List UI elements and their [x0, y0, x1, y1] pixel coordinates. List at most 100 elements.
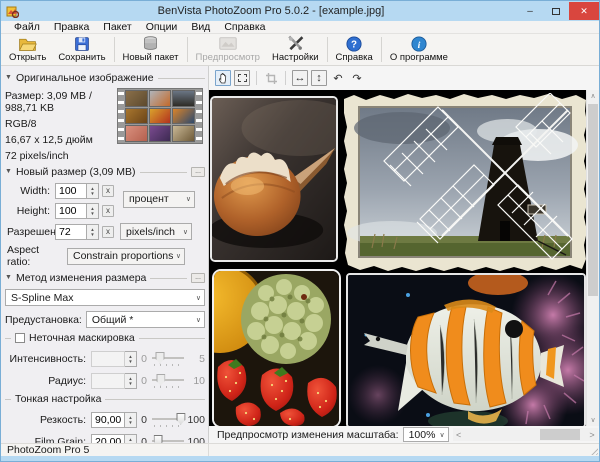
- sharpness-spinner[interactable]: ▲▼: [125, 412, 137, 428]
- algorithm-combobox[interactable]: S-Spline Max ∨: [5, 289, 205, 306]
- titlebar[interactable]: BenVista PhotoZoom Pro 5.0.2 - [example.…: [1, 1, 599, 21]
- original-image-section-header[interactable]: ▼ Оригинальное изображение: [5, 70, 205, 85]
- scroll-left-icon[interactable]: <: [453, 430, 465, 440]
- about-icon: i: [409, 35, 429, 52]
- flip-vertical-button[interactable]: ↕: [311, 70, 327, 86]
- resize-grip[interactable]: [589, 446, 598, 455]
- slider-thumb[interactable]: [176, 413, 185, 425]
- film-grain-input[interactable]: [91, 434, 125, 444]
- main-toolbar: Открыть Сохранить Новый пакет Предпросмо…: [1, 34, 599, 66]
- open-button[interactable]: Открыть: [3, 34, 52, 65]
- width-input[interactable]: [55, 183, 87, 199]
- toolbar-separator: [381, 37, 382, 62]
- menu-help[interactable]: Справка: [217, 21, 272, 33]
- width-reset-button[interactable]: x: [102, 185, 114, 197]
- windmill-photo: [342, 93, 586, 272]
- resize-method-section-header[interactable]: ▼ Метод изменения размера ...: [5, 270, 205, 285]
- slider-thumb[interactable]: [154, 435, 163, 444]
- resolution-unit-combobox[interactable]: pixels/inch ∨: [120, 223, 192, 240]
- film-grain-slider[interactable]: [152, 435, 184, 444]
- window-title: BenVista PhotoZoom Pro 5.0.2 - [example.…: [25, 5, 517, 17]
- maximize-button[interactable]: [543, 2, 569, 20]
- radius-slider[interactable]: [152, 374, 184, 388]
- intensity-slider[interactable]: [152, 352, 184, 366]
- horizontal-scrollbar[interactable]: < >: [453, 428, 598, 441]
- radius-spinner[interactable]: ▲▼: [125, 373, 137, 389]
- radius-input[interactable]: [91, 373, 125, 389]
- film-grain-min: 0: [137, 436, 149, 444]
- sharpness-slider[interactable]: [152, 413, 184, 427]
- film-grain-spinner[interactable]: ▲▼: [125, 434, 137, 444]
- new-size-options-button[interactable]: ...: [191, 167, 205, 177]
- vertical-scroll-thumb[interactable]: [588, 104, 598, 296]
- new-batch-button[interactable]: Новый пакет: [117, 34, 185, 65]
- rotate-left-button[interactable]: ↶: [330, 70, 346, 86]
- statusbar-app-name: PhotoZoom Pro 5: [1, 444, 209, 456]
- scroll-down-icon[interactable]: ∨: [587, 414, 599, 426]
- selection-tool-button[interactable]: [234, 70, 250, 86]
- help-button[interactable]: ? Справка: [330, 34, 379, 65]
- size-unit-combobox[interactable]: процент ∨: [123, 191, 195, 208]
- height-input[interactable]: [55, 203, 87, 219]
- scroll-right-icon[interactable]: >: [586, 430, 598, 440]
- fine-tuning-group-header: Тонкая настройка: [5, 392, 205, 406]
- menu-batch[interactable]: Пакет: [96, 21, 138, 33]
- aspect-ratio-combobox[interactable]: Constrain proportions ∨: [67, 248, 185, 265]
- menu-options[interactable]: Опции: [139, 21, 185, 33]
- horizontal-scroll-thumb[interactable]: [540, 429, 580, 440]
- slider-thumb[interactable]: [156, 352, 165, 364]
- original-image-header-label: Оригинальное изображение: [16, 72, 154, 84]
- menu-file[interactable]: Файл: [7, 21, 47, 33]
- menu-view[interactable]: Вид: [184, 21, 217, 33]
- statusbar: PhotoZoom Pro 5: [1, 443, 599, 456]
- resize-method-options-button[interactable]: ...: [191, 273, 205, 283]
- svg-text:?: ?: [351, 39, 357, 50]
- close-button[interactable]: ✕: [569, 2, 599, 20]
- chevron-down-icon: ∨: [196, 316, 201, 324]
- sharpness-input[interactable]: [91, 412, 125, 428]
- rotate-right-icon: ↷: [352, 72, 361, 85]
- minimize-icon: –: [527, 6, 533, 17]
- resolution-reset-button[interactable]: x: [102, 226, 114, 238]
- close-icon: ✕: [580, 6, 588, 17]
- save-label: Сохранить: [58, 52, 105, 63]
- original-color-mode: RGB/8: [5, 118, 117, 130]
- save-button[interactable]: Сохранить: [52, 34, 111, 65]
- open-label: Открыть: [9, 52, 46, 63]
- flip-horizontal-button[interactable]: ↔: [292, 70, 308, 86]
- width-spinner[interactable]: ▲▼: [87, 183, 99, 199]
- menu-edit[interactable]: Правка: [47, 21, 96, 33]
- zoom-combobox[interactable]: 100% ∨: [403, 427, 449, 442]
- aspect-ratio-label: Aspect ratio:: [5, 244, 67, 268]
- pan-tool-button[interactable]: [215, 70, 231, 86]
- rotate-right-button[interactable]: ↷: [349, 70, 365, 86]
- preview-button[interactable]: Предпросмотр: [190, 34, 266, 65]
- slider-thumb[interactable]: [156, 374, 165, 386]
- unsharp-masking-checkbox[interactable]: [15, 333, 25, 343]
- settings-button[interactable]: Настройки: [266, 34, 325, 65]
- intensity-input[interactable]: [91, 351, 125, 367]
- new-size-section-header[interactable]: ▼ Новый размер (3,09 MB) ...: [5, 164, 205, 179]
- height-reset-button[interactable]: x: [102, 205, 114, 217]
- minimize-button[interactable]: –: [517, 2, 543, 20]
- scroll-up-icon[interactable]: ∧: [587, 90, 599, 102]
- app-window: BenVista PhotoZoom Pro 5.0.2 - [example.…: [0, 0, 600, 462]
- settings-tools-icon: [285, 35, 305, 52]
- rotate-left-icon: ↶: [333, 72, 342, 85]
- thumbnail-collage: [124, 89, 196, 143]
- intensity-row: Интенсивность: ▲▼ 0 5: [5, 350, 205, 367]
- resolution-input[interactable]: [55, 224, 87, 240]
- collapse-triangle-icon: ▼: [5, 74, 12, 81]
- preset-combobox[interactable]: Общий * ∨: [86, 311, 205, 328]
- vertical-scrollbar[interactable]: ∧ ∨: [586, 90, 599, 426]
- intensity-spinner[interactable]: ▲▼: [125, 351, 137, 367]
- original-print-size: 16,67 x 12,5 дюйм: [5, 134, 117, 146]
- fruit-photo: [212, 269, 341, 426]
- resolution-label: Разрешение: [5, 226, 55, 238]
- size-unit-value: процент: [129, 193, 183, 205]
- about-button[interactable]: i О программе: [384, 34, 454, 65]
- crop-tool-button[interactable]: [263, 70, 279, 86]
- preview-canvas[interactable]: [209, 90, 586, 426]
- height-spinner[interactable]: ▲▼: [87, 203, 99, 219]
- resolution-spinner[interactable]: ▲▼: [87, 224, 99, 240]
